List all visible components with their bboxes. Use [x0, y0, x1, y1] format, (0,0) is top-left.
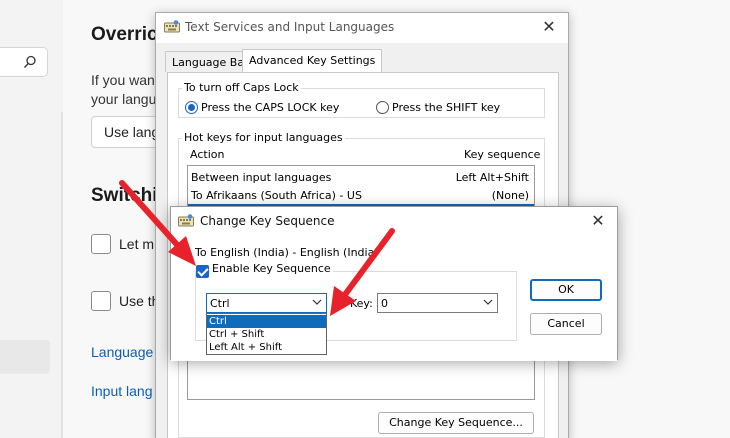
list-item[interactable]: Between input languages Left Alt+Shift	[188, 168, 534, 186]
sidebar-selected-item[interactable]	[0, 340, 50, 374]
list-item-action: Between input languages	[191, 171, 332, 184]
close-icon[interactable]: ✕	[587, 211, 609, 231]
page-description: If you wan your langu	[91, 71, 156, 109]
caps-lock-radio-label: Press the CAPS LOCK key	[201, 101, 340, 114]
switching-heading: Switchi	[91, 185, 158, 206]
modifier-select-value: Ctrl	[210, 297, 230, 310]
description-line: If you wan	[91, 72, 155, 88]
use-desktop-bar-label: Use th	[119, 293, 160, 309]
settings-search-box[interactable]	[0, 47, 48, 77]
use-desktop-bar-checkbox[interactable]	[91, 291, 111, 311]
list-item-key: (None)	[491, 189, 529, 202]
hotkeys-group-label: Hot keys for input languages	[182, 131, 345, 144]
close-icon[interactable]: ✕	[538, 17, 560, 37]
cancel-button[interactable]: Cancel	[530, 313, 602, 335]
language-bar-link[interactable]: Language	[91, 344, 153, 360]
enable-key-sequence-label: Enable Key Sequence	[210, 262, 333, 275]
shift-radio-label: Press the SHIFT key	[392, 101, 501, 114]
caps-lock-group-label: To turn off Caps Lock	[182, 81, 301, 94]
dropdown-option-left-alt-shift[interactable]: Left Alt + Shift	[207, 341, 326, 354]
column-header-action[interactable]: Action	[190, 148, 224, 161]
keyboard-icon	[164, 20, 180, 33]
dropdown-option-ctrl[interactable]: Ctrl	[207, 315, 326, 328]
modifier-dropdown-list[interactable]: Ctrl Ctrl + Shift Left Alt + Shift	[206, 313, 327, 355]
column-header-key-sequence[interactable]: Key sequence	[464, 148, 540, 161]
sidebar-divider	[61, 112, 63, 438]
tab-advanced-key-settings[interactable]: Advanced Key Settings	[242, 49, 383, 73]
list-item-action: To Afrikaans (South Africa) - US	[191, 189, 362, 202]
key-label: Key:	[350, 297, 373, 310]
dialog-title: Text Services and Input Languages	[185, 20, 395, 34]
let-me-label: Let m	[119, 236, 155, 252]
let-me-checkbox[interactable]	[91, 234, 111, 254]
target-language-label: To English (India) - English (India)	[195, 246, 379, 259]
change-key-sequence-button[interactable]: Change Key Sequence...	[378, 412, 534, 434]
modifier-select[interactable]: Ctrl	[206, 293, 327, 313]
key-select[interactable]: 0	[377, 293, 498, 313]
chevron-down-icon	[483, 299, 493, 305]
dropdown-option-ctrl-shift[interactable]: Ctrl + Shift	[207, 328, 326, 341]
dialog-title: Change Key Sequence	[200, 214, 335, 228]
shift-radio[interactable]	[376, 101, 389, 114]
list-item[interactable]: To Afrikaans (South Africa) - US (None)	[188, 186, 534, 204]
ok-button[interactable]: OK	[530, 279, 602, 301]
input-language-hotkeys-link[interactable]: Input lang	[91, 383, 153, 399]
keyboard-icon	[178, 214, 194, 227]
key-select-value: 0	[381, 297, 388, 310]
enable-key-sequence-checkbox[interactable]	[196, 265, 209, 278]
list-item-key: Left Alt+Shift	[455, 171, 529, 184]
chevron-down-icon	[312, 299, 322, 305]
search-icon	[24, 55, 36, 68]
caps-lock-radio[interactable]	[185, 101, 198, 114]
dialog-titlebar: Text Services and Input Languages ✕	[156, 13, 568, 43]
dialog-titlebar: Change Key Sequence ✕	[171, 207, 617, 235]
page-title: Overric	[91, 24, 158, 45]
description-line: your langu	[91, 91, 157, 107]
